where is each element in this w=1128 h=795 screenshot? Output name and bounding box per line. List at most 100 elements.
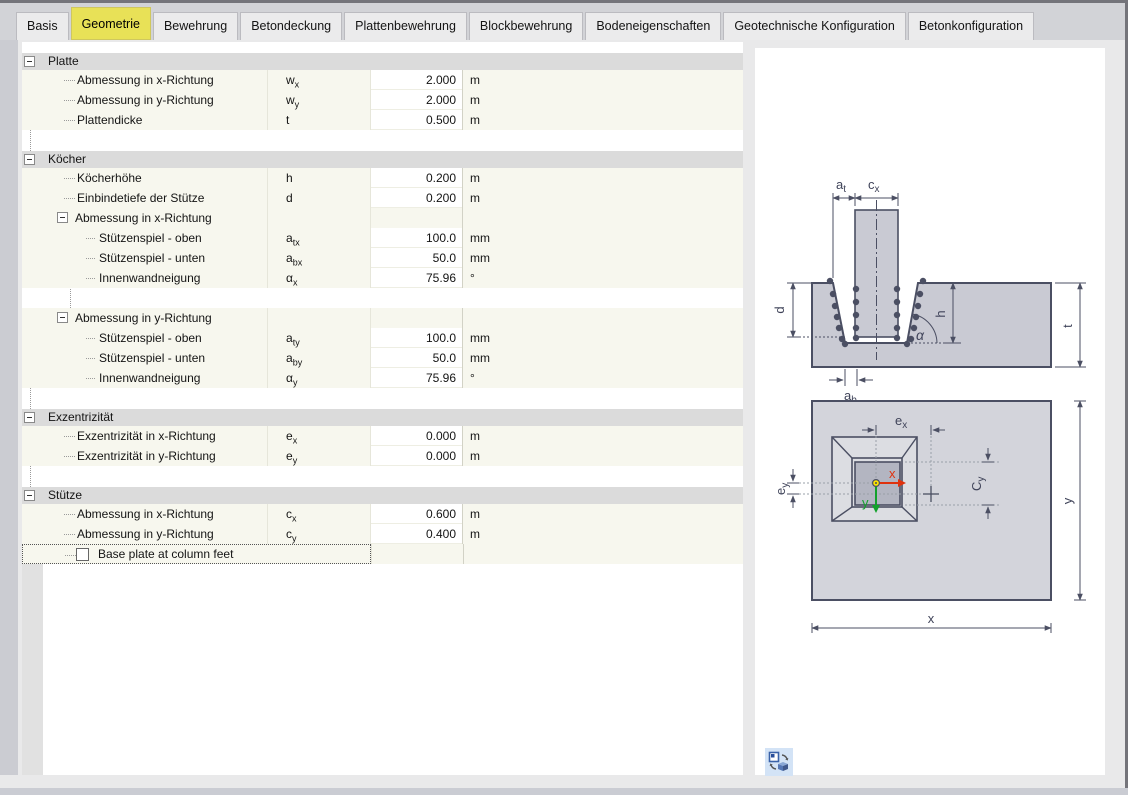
table-row[interactable]: Plattendicke t 0.500 m (22, 110, 743, 130)
table-row[interactable]: Innenwandneigung αx 75.96 ° (22, 268, 743, 288)
tree-stub (86, 378, 95, 379)
tab-basis[interactable]: Basis (16, 12, 69, 40)
unit-cell: mm (470, 331, 490, 345)
tab-blockbewehrung[interactable]: Blockbewehrung (468, 12, 584, 40)
value-cell[interactable]: 0.500 (370, 110, 463, 130)
table-row[interactable]: Abmessung in x-Richtung (22, 208, 743, 228)
value-cell[interactable]: 100.0 (370, 228, 463, 248)
section: Stütze Abmessung in x-Richtung cx 0.600 m Abm… (22, 487, 743, 564)
value-cell[interactable]: 0.600 (370, 504, 463, 524)
swap-view-button[interactable] (765, 748, 793, 776)
collapse-icon[interactable] (24, 412, 35, 423)
tab-bewehrung[interactable]: Bewehrung (152, 12, 239, 40)
table-row[interactable]: Stützenspiel - unten aby 50.0 mm (22, 348, 743, 368)
symbol-cell: αy (267, 368, 370, 388)
symbol-cell (267, 208, 370, 228)
table-row[interactable]: Abmessung in x-Richtung wx 2.000 m (22, 70, 743, 90)
tab-bodeneigenschaften[interactable]: Bodeneigenschaften (585, 12, 722, 40)
dim-label-ey: ey (773, 483, 791, 495)
value-cell[interactable]: 0.000 (370, 446, 463, 466)
table-row[interactable]: Abmessung in x-Richtung cx 0.600 m (22, 504, 743, 524)
table-row[interactable]: Stützenspiel - unten abx 50.0 mm (22, 248, 743, 268)
tree-stub (64, 178, 75, 179)
symbol: h (286, 171, 293, 185)
section-header[interactable]: Köcher (22, 151, 743, 168)
value-cell[interactable]: 75.96 (370, 368, 463, 388)
collapse-icon[interactable] (57, 212, 68, 223)
symbol: w (286, 73, 295, 87)
unit-cell: mm (470, 251, 490, 265)
table-row[interactable]: Base plate at column feet (22, 544, 743, 564)
symbol-subscript: y (292, 455, 298, 466)
symbol: a (286, 251, 293, 265)
tab-geotechnische-konfiguration[interactable]: Geotechnische Konfiguration (723, 12, 906, 40)
table-row[interactable]: Exzentrizität in x-Richtung ex 0.000 m (22, 426, 743, 446)
symbol-cell: abx (267, 248, 370, 268)
symbol: e (286, 449, 293, 463)
checkbox[interactable] (76, 547, 89, 561)
value-cell[interactable]: 75.96 (370, 268, 463, 288)
symbol-cell: t (267, 110, 370, 130)
table-row[interactable]: Abmessung in y-Richtung cy 0.400 m (22, 524, 743, 544)
collapse-icon[interactable] (24, 56, 35, 67)
tree-stub (86, 238, 95, 239)
symbol-cell: wx (267, 70, 370, 90)
table-row[interactable]: Einbindetiefe der Stütze d 0.200 m (22, 188, 743, 208)
dim-label-at: at (836, 177, 846, 195)
symbol: d (286, 191, 293, 205)
value-cell[interactable]: 0.400 (370, 524, 463, 544)
collapse-icon[interactable] (24, 154, 35, 165)
dim-label-cx: cx (868, 177, 880, 195)
section-title: Exzentrizität (48, 410, 114, 424)
tab-betondeckung[interactable]: Betondeckung (240, 12, 343, 40)
row-label: Exzentrizität in y-Richtung (77, 449, 216, 463)
symbol-cell: d (267, 188, 370, 208)
section-header[interactable]: Platte (22, 53, 743, 70)
tab-betonkonfiguration[interactable]: Betonkonfiguration (907, 12, 1035, 40)
value-cell[interactable]: 0.200 (370, 168, 463, 188)
value-cell[interactable]: 50.0 (370, 348, 463, 368)
tree-stub (64, 80, 75, 81)
table-row[interactable]: Stützenspiel - oben atx 100.0 mm (22, 228, 743, 248)
symbol-subscript: x (292, 277, 298, 288)
value-cell[interactable]: 50.0 (370, 248, 463, 268)
tab-bar-tabs: Basis Geometrie Bewehrung Betondeckung Platt… (16, 7, 1036, 40)
value-cell[interactable]: 100.0 (370, 328, 463, 348)
tab-label: Basis (27, 19, 58, 33)
group-label: Abmessung in y-Richtung (75, 311, 212, 325)
section-header[interactable]: Stütze (22, 487, 743, 504)
plan-view: x y ex ey Cy x y (773, 400, 1086, 633)
value-cell (370, 208, 463, 228)
section: Platte Abmessung in x-Richtung wx 2.000 m Abm… (22, 53, 743, 130)
row-label: Abmessung in y-Richtung (77, 527, 214, 541)
section-title: Stütze (48, 488, 83, 502)
value-cell[interactable]: 2.000 (370, 70, 463, 90)
collapse-icon[interactable] (24, 490, 35, 501)
tab-geometrie[interactable]: Geometrie (70, 7, 151, 40)
row-label: Innenwandneigung (99, 271, 201, 285)
collapse-icon[interactable] (57, 312, 68, 323)
slab-cross-section (811, 282, 1052, 368)
symbol-cell (267, 308, 370, 328)
row-label: Stützenspiel - oben (99, 331, 202, 345)
table-row[interactable]: Stützenspiel - oben aty 100.0 mm (22, 328, 743, 348)
group-label: Abmessung in x-Richtung (75, 211, 212, 225)
row-label: Plattendicke (77, 113, 143, 127)
tab-bar: Basis Geometrie Bewehrung Betondeckung Platt… (0, 0, 1128, 40)
symbol-cell: h (267, 168, 370, 188)
table-row[interactable]: Köcherhöhe h 0.200 m (22, 168, 743, 188)
tree-stub (86, 278, 95, 279)
table-row[interactable]: Abmessung in y-Richtung wy 2.000 m (22, 90, 743, 110)
row-label: Innenwandneigung (99, 371, 201, 385)
value-cell[interactable]: 2.000 (370, 90, 463, 110)
table-row[interactable]: Exzentrizität in y-Richtung ey 0.000 m (22, 446, 743, 466)
section-header[interactable]: Exzentrizität (22, 409, 743, 426)
tab-label: Bodeneigenschaften (596, 19, 711, 33)
symbol-subscript: x (292, 513, 297, 524)
value-cell[interactable]: 0.000 (370, 426, 463, 446)
tab-plattenbewehrung[interactable]: Plattenbewehrung (344, 12, 467, 40)
table-row[interactable]: Innenwandneigung αy 75.96 ° (22, 368, 743, 388)
value-cell[interactable]: 0.200 (370, 188, 463, 208)
table-row[interactable]: Abmessung in y-Richtung (22, 308, 743, 328)
value-cell (370, 308, 463, 328)
